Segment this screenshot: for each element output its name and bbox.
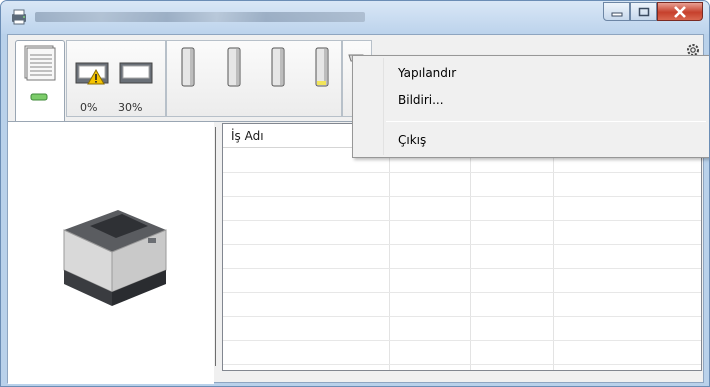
column-divider[interactable] — [553, 124, 554, 370]
toner-tab[interactable]: 0% 30% — [66, 40, 166, 117]
minimize-icon — [611, 12, 622, 16]
cartridge-icon — [271, 47, 285, 87]
list-row-divider — [223, 340, 701, 341]
jobs-tab[interactable] — [15, 40, 65, 122]
warning-icon — [87, 69, 105, 85]
list-row-divider — [223, 364, 701, 365]
menu-item-exit[interactable]: Çıkış — [398, 133, 426, 147]
close-icon — [674, 5, 686, 18]
app-window: 0% 30% İş Adı Yapılandır Bildiri... Çıkı… — [0, 0, 710, 387]
printer-app-icon[interactable] — [10, 8, 28, 26]
pane-splitter[interactable] — [215, 127, 216, 366]
printer-icon — [63, 210, 167, 306]
window-caption-buttons — [603, 2, 703, 22]
list-row-divider — [223, 268, 701, 269]
column-divider[interactable] — [470, 124, 471, 370]
cartridge-icon — [227, 47, 241, 87]
tray-2-level: 30% — [118, 101, 143, 114]
list-row-divider — [223, 244, 701, 245]
printer-image-pane — [8, 122, 214, 384]
list-row-divider — [223, 172, 701, 173]
list-row-divider — [223, 316, 701, 317]
cartridge-icon — [181, 47, 195, 87]
job-list[interactable]: İş Adı — [222, 123, 702, 371]
maximize-button[interactable] — [630, 2, 657, 21]
context-menu: Yapılandır Bildiri... Çıkış — [352, 55, 709, 158]
minimize-button[interactable] — [603, 2, 630, 21]
menu-separator — [386, 121, 706, 122]
list-row-divider — [223, 196, 701, 197]
maximize-icon — [638, 7, 649, 16]
window-title — [35, 12, 365, 22]
tray-icon — [119, 62, 153, 84]
column-job-name[interactable]: İş Adı — [231, 129, 264, 143]
menu-gutter — [383, 58, 384, 155]
list-row-divider — [223, 220, 701, 221]
tray-1-level: 0% — [80, 101, 98, 114]
title-bar[interactable] — [1, 1, 709, 34]
ink-tab[interactable] — [166, 40, 342, 117]
cartridge-icon — [315, 47, 329, 87]
menu-item-notification[interactable]: Bildiri... — [398, 93, 444, 107]
column-divider[interactable] — [389, 124, 390, 370]
menu-item-configure[interactable]: Yapılandır — [398, 66, 456, 80]
list-row-divider — [223, 292, 701, 293]
document-stack-icon — [24, 45, 56, 101]
close-button[interactable] — [657, 2, 703, 21]
